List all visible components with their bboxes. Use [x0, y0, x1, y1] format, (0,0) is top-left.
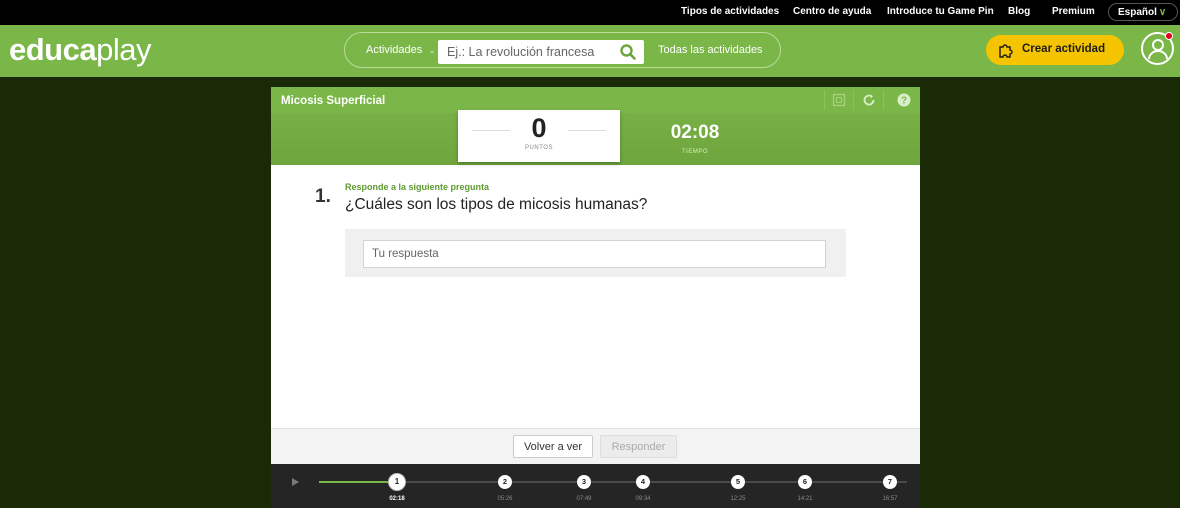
question-text: ¿Cuáles son los tipos de micosis humanas… — [345, 196, 648, 213]
activity-title: Micosis Superficial — [281, 95, 386, 107]
replay-button[interactable]: Volver a ver — [513, 435, 593, 458]
create-activity-button[interactable]: Crear actividad — [986, 35, 1124, 65]
chevron-down-icon: ⌄ — [428, 45, 436, 55]
score-value: 0 — [531, 113, 547, 143]
timeline-step-time: 14:21 — [797, 496, 813, 502]
notification-dot — [1165, 32, 1173, 40]
timeline-step-1[interactable]: 1 — [388, 473, 406, 491]
activity-footer — [271, 428, 920, 464]
timeline-step-time: 05:26 — [497, 496, 513, 502]
logo-light-text: play — [96, 32, 151, 67]
chevron-down-icon: ∨ — [1158, 7, 1167, 18]
timeline-step-time: 07:49 — [576, 496, 592, 502]
restart-icon[interactable] — [861, 92, 877, 108]
toolbar-divider — [824, 90, 825, 110]
language-selector[interactable]: Español ∨ — [1108, 3, 1178, 21]
search-icon[interactable] — [619, 43, 637, 61]
answer-field — [363, 240, 826, 268]
search-input[interactable] — [438, 40, 610, 64]
puzzle-icon — [999, 44, 1013, 58]
link-game-pin[interactable]: Introduce tu Game Pin — [887, 6, 994, 17]
timeline-step-2[interactable]: 2 — [498, 475, 512, 489]
language-label: Español — [1118, 7, 1157, 18]
timeline-step-time: 09:34 — [635, 496, 651, 502]
all-activities-link[interactable]: Todas las actividades — [658, 44, 763, 56]
score-label: PUNTOS — [525, 145, 553, 151]
timeline-step-time: 16:57 — [882, 496, 898, 502]
link-blog[interactable]: Blog — [1008, 6, 1030, 17]
activities-dropdown[interactable]: Actividades ⌄ — [366, 44, 436, 56]
link-premium[interactable]: Premium — [1052, 6, 1095, 17]
timeline-step-time: 12:25 — [730, 496, 746, 502]
timer-value: 02:08 — [670, 122, 720, 143]
timeline-step-3[interactable]: 3 — [577, 475, 591, 489]
help-icon[interactable]: ? — [896, 92, 912, 108]
timeline-step-6[interactable]: 6 — [798, 475, 812, 489]
timeline-progress — [319, 481, 397, 483]
fullscreen-icon[interactable] — [831, 92, 847, 108]
toolbar-divider — [883, 90, 884, 110]
question-number: 1. — [315, 186, 331, 207]
search-field — [438, 40, 644, 64]
activities-dropdown-label: Actividades — [366, 44, 423, 56]
create-activity-label: Crear actividad — [1022, 43, 1106, 55]
link-tipos-actividades[interactable]: Tipos de actividades — [681, 6, 779, 17]
timeline-track[interactable] — [319, 481, 907, 483]
divider — [568, 130, 606, 131]
question-hint: Responde a la siguiente pregunta — [345, 182, 490, 192]
svg-text:?: ? — [901, 96, 907, 107]
educaplay-logo[interactable]: educaplay — [9, 32, 151, 68]
link-centro-ayuda[interactable]: Centro de ayuda — [793, 6, 871, 17]
play-icon[interactable] — [292, 478, 299, 486]
timeline-step-7[interactable]: 7 — [883, 475, 897, 489]
timeline-step-time: 02:18 — [389, 496, 405, 502]
toolbar-divider — [853, 90, 854, 110]
timeline-step-4[interactable]: 4 — [636, 475, 650, 489]
top-bar — [0, 0, 1180, 25]
divider — [472, 130, 510, 131]
timer-label: TIEMPO — [681, 149, 708, 155]
score-card: 0 PUNTOS — [458, 110, 620, 162]
answer-input[interactable] — [364, 241, 825, 267]
timer: 02:08 TIEMPO — [660, 122, 730, 155]
logo-bold-text: educa — [9, 32, 97, 67]
timeline-step-5[interactable]: 5 — [731, 475, 745, 489]
answer-button[interactable]: Responder — [600, 435, 677, 458]
user-icon — [1148, 39, 1168, 60]
